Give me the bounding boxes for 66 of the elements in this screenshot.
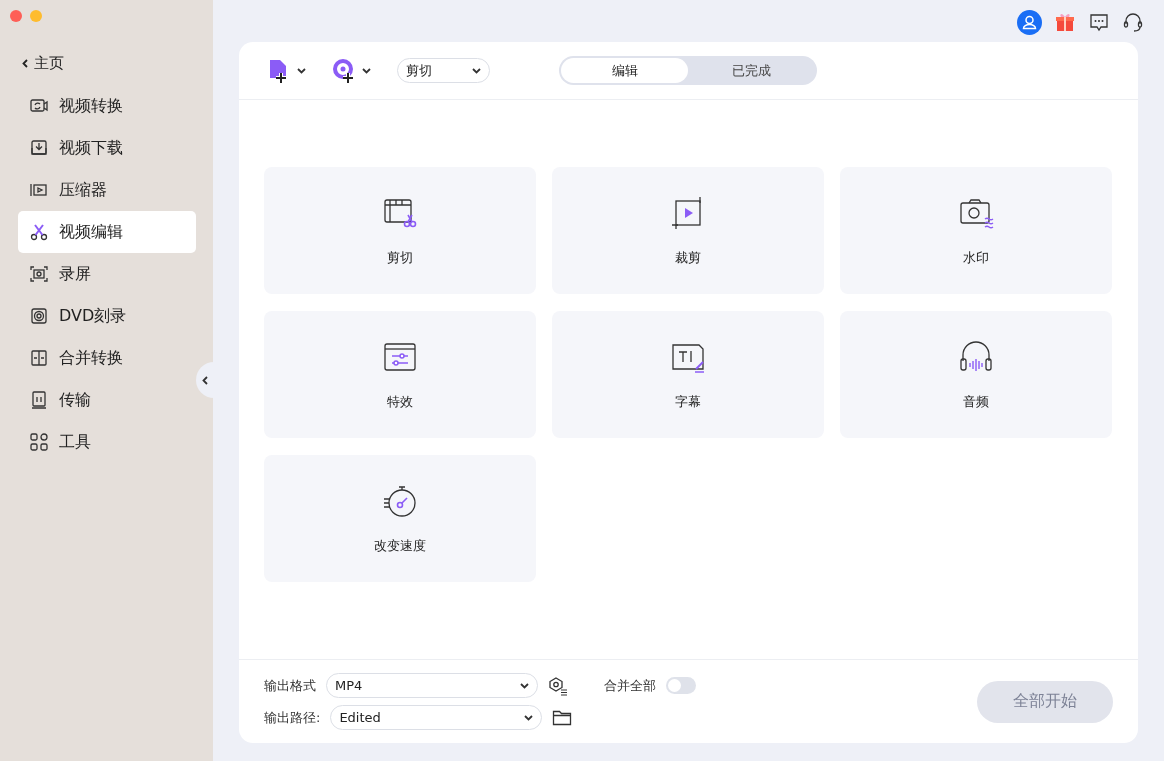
sidebar-item[interactable]: 录屏 [18, 253, 196, 295]
gift-icon[interactable] [1054, 11, 1076, 33]
sidebar-item-label: 压缩器 [59, 179, 107, 201]
headset-icon[interactable] [1122, 11, 1144, 33]
tool-card[interactable]: 字幕 [552, 311, 824, 438]
sidebar-item[interactable]: 工具 [18, 421, 196, 463]
add-file-button[interactable] [267, 57, 306, 84]
sidebar-item-label: 视频下载 [59, 137, 123, 159]
edit-icon [29, 222, 49, 242]
tool-card[interactable]: 特效 [264, 311, 536, 438]
tool-card-label: 剪切 [387, 248, 413, 267]
tool-card-label: 音频 [963, 392, 989, 411]
merge-all-toggle[interactable] [666, 677, 696, 694]
sidebar-item[interactable]: 合并转换 [18, 337, 196, 379]
sidebar-item-label: 传输 [59, 389, 91, 411]
tool-card[interactable]: 改变速度 [264, 455, 536, 582]
tool-card-label: 改变速度 [374, 536, 426, 555]
tab[interactable]: 编辑 [561, 58, 688, 83]
sidebar-item[interactable]: 视频下载 [18, 127, 196, 169]
output-path-label: 输出路径: [264, 708, 321, 727]
tools-icon [29, 432, 49, 452]
sidebar-item[interactable]: 视频转换 [18, 85, 196, 127]
tool-card[interactable]: 音频 [840, 311, 1112, 438]
chevron-down-icon [520, 682, 529, 689]
output-format-label: 输出格式 [264, 676, 316, 695]
chevron-down-icon [362, 67, 371, 74]
chat-icon[interactable] [1088, 11, 1110, 33]
dvd-icon [29, 306, 49, 326]
sidebar-item-label: 视频转换 [59, 95, 123, 117]
chevron-down-icon [524, 714, 534, 721]
sidebar-item-label: 录屏 [59, 263, 91, 285]
tool-card-label: 字幕 [675, 392, 701, 411]
sidebar-item[interactable]: 传输 [18, 379, 196, 421]
back-link[interactable]: 主页 [22, 54, 196, 73]
chevron-left-icon [22, 59, 28, 68]
user-avatar-icon[interactable] [1017, 9, 1042, 35]
tool-card[interactable]: 剪切 [264, 167, 536, 294]
chevron-down-icon [297, 67, 306, 74]
tab[interactable]: 已完成 [688, 58, 815, 83]
tool-dropdown[interactable]: 剪切 [397, 58, 490, 83]
add-disc-button[interactable] [332, 57, 371, 84]
back-label: 主页 [34, 54, 64, 73]
sidebar-item-label: 视频编辑 [59, 221, 123, 243]
tool-card[interactable]: 水印 [840, 167, 1112, 294]
tool-card-label: 特效 [387, 392, 413, 411]
download-icon [29, 138, 49, 158]
chevron-left-icon [202, 375, 208, 385]
tool-card-label: 裁剪 [675, 248, 701, 267]
sidebar-item-label: 合并转换 [59, 347, 123, 369]
record-icon [29, 264, 49, 284]
chevron-down-icon [472, 67, 481, 74]
sidebar-item-label: DVD刻录 [59, 305, 127, 327]
settings-icon[interactable] [548, 675, 568, 696]
sidebar-item[interactable]: 压缩器 [18, 169, 196, 211]
output-format-dropdown[interactable]: MP4 [326, 673, 538, 698]
sidebar-item-label: 工具 [59, 431, 91, 453]
folder-icon[interactable] [552, 708, 573, 727]
tool-card[interactable]: 裁剪 [552, 167, 824, 294]
sidebar-item[interactable]: DVD刻录 [18, 295, 196, 337]
sidebar-item[interactable]: 视频编辑 [18, 211, 196, 253]
collapse-sidebar-button[interactable] [196, 362, 214, 398]
merge-all-label: 合并全部 [604, 676, 656, 695]
merge-icon [29, 348, 49, 368]
tool-card-label: 水印 [963, 248, 989, 267]
output-path-dropdown[interactable]: Edited [330, 705, 543, 730]
transfer-icon [29, 390, 49, 410]
